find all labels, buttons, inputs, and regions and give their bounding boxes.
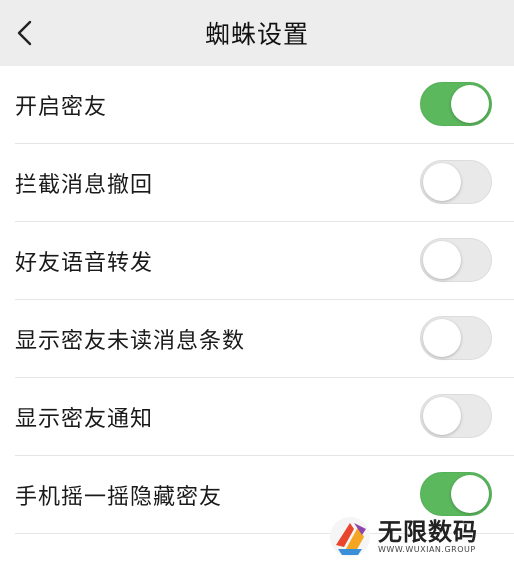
setting-label: 显示密友未读消息条数 <box>15 329 246 354</box>
notification-toggle[interactable] <box>420 394 492 438</box>
setting-label: 好友语音转发 <box>15 251 154 276</box>
setting-label: 拦截消息撤回 <box>15 173 154 198</box>
setting-row-unread-count: 显示密友未读消息条数 <box>0 300 514 378</box>
back-button[interactable] <box>10 18 40 48</box>
toggle-knob <box>423 397 461 435</box>
page-title: 蜘蛛设置 <box>204 20 309 49</box>
settings-list: 开启密友 拦截消息撤回 好友语音转发 显示密友未读消息条数 显示密友通知 手机摇… <box>0 66 514 534</box>
setting-row-notification: 显示密友通知 <box>0 378 514 456</box>
nav-bar: 蜘蛛设置 <box>0 0 514 66</box>
setting-label: 开启密友 <box>15 95 108 120</box>
voice-forward-toggle[interactable] <box>420 238 492 282</box>
watermark: 无限数码 WWW.WUXIAN.GROUP <box>328 514 508 560</box>
intercept-recall-toggle[interactable] <box>420 160 492 204</box>
unread-count-toggle[interactable] <box>420 316 492 360</box>
toggle-knob <box>423 163 461 201</box>
shake-hide-toggle[interactable] <box>420 472 492 516</box>
watermark-subtitle: WWW.WUXIAN.GROUP <box>378 545 476 554</box>
toggle-knob <box>451 475 489 513</box>
settings-screen: 蜘蛛设置 开启密友 拦截消息撤回 好友语音转发 显示密友未读消息条数 显示密友通… <box>0 0 514 561</box>
watermark-title: 无限数码 <box>378 518 478 546</box>
toggle-knob <box>451 85 489 123</box>
setting-row-voice-forward: 好友语音转发 <box>0 222 514 300</box>
setting-row-intercept-recall: 拦截消息撤回 <box>0 144 514 222</box>
toggle-knob <box>423 319 461 357</box>
toggle-knob <box>423 241 461 279</box>
setting-label: 显示密友通知 <box>15 407 154 432</box>
setting-row-enable-close-friend: 开启密友 <box>0 66 514 144</box>
chevron-left-icon <box>17 20 32 46</box>
brand-logo-icon <box>330 517 370 557</box>
enable-close-friend-toggle[interactable] <box>420 82 492 126</box>
setting-label: 手机摇一摇隐藏密友 <box>15 485 223 510</box>
